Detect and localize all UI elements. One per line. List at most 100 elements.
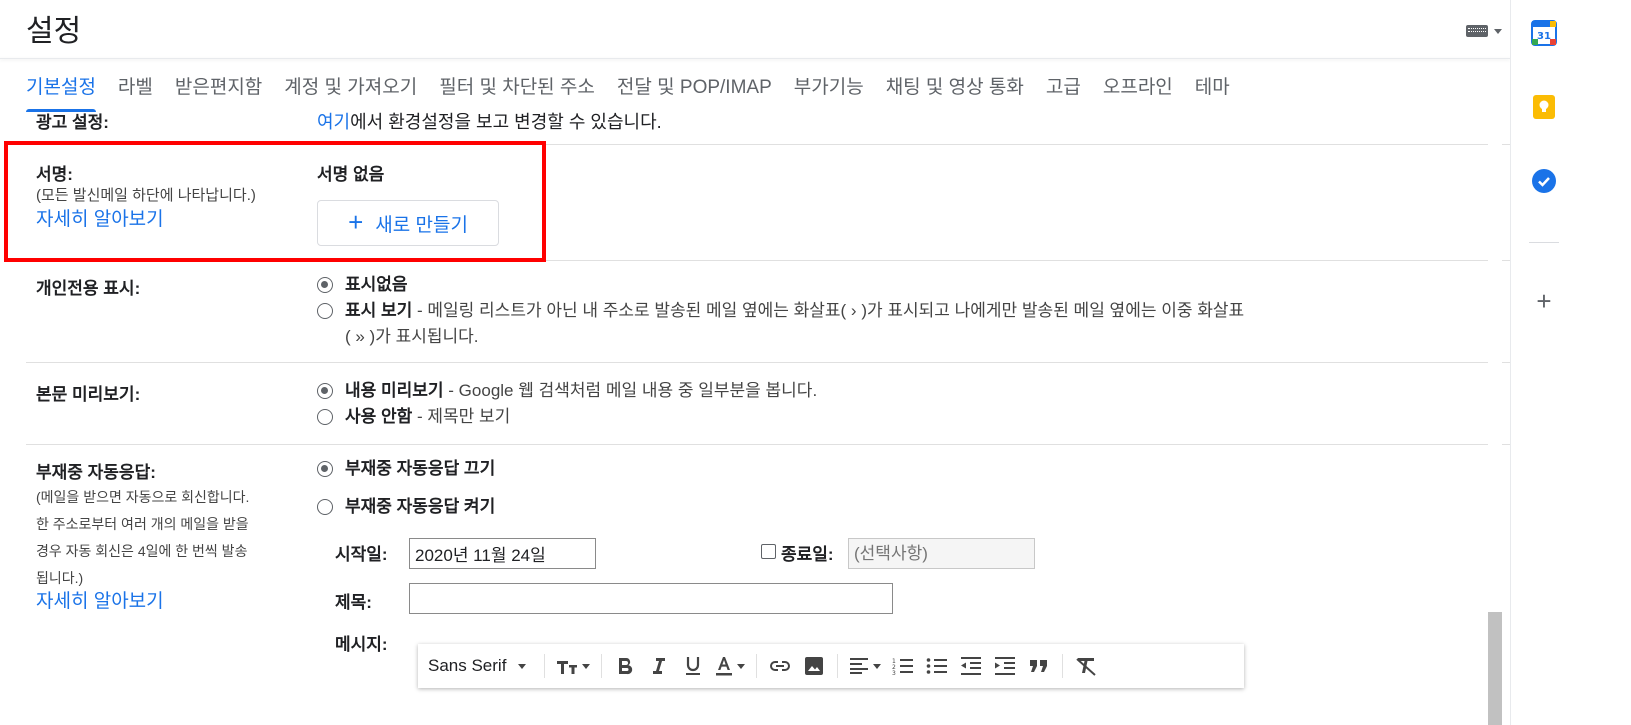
toolbar-divider bbox=[837, 654, 839, 678]
header-divider bbox=[0, 58, 1510, 59]
svg-text:31: 31 bbox=[1537, 31, 1551, 42]
tab-labels[interactable]: 라벨 bbox=[118, 62, 153, 112]
keyboard-icon bbox=[1466, 25, 1488, 37]
indent-less-icon bbox=[961, 657, 982, 675]
keep-icon bbox=[1533, 95, 1555, 119]
quote-icon bbox=[1030, 660, 1048, 672]
toolbar-divider bbox=[601, 654, 603, 678]
tasks-app-button[interactable] bbox=[1531, 168, 1557, 194]
image-icon bbox=[805, 657, 824, 675]
subject-input[interactable] bbox=[409, 583, 893, 614]
tab-general[interactable]: 기본설정 bbox=[26, 62, 96, 112]
bulleted-list-icon bbox=[927, 658, 948, 674]
get-addons-button[interactable]: + bbox=[1531, 288, 1557, 314]
radio-show-indicators[interactable] bbox=[317, 303, 333, 319]
text-color-icon bbox=[716, 657, 733, 676]
chevron-down-icon bbox=[582, 663, 591, 669]
settings-tabs: 기본설정 라벨 받은편지함 계정 및 가져오기 필터 및 차단된 주소 전달 및… bbox=[26, 62, 1252, 112]
underline-button[interactable] bbox=[676, 650, 710, 682]
tab-filters[interactable]: 필터 및 차단된 주소 bbox=[439, 62, 595, 112]
scrollbar-thumb[interactable] bbox=[1488, 612, 1502, 725]
tab-inbox[interactable]: 받은편지함 bbox=[175, 62, 262, 112]
settings-content: 광고 설정: 여기에서 환경설정을 보고 변경할 수 있습니다. 서명: (모든… bbox=[0, 112, 1510, 725]
end-date-label: 종료일: bbox=[781, 545, 834, 564]
remove-formatting-button[interactable] bbox=[1069, 650, 1103, 682]
italic-icon bbox=[653, 658, 666, 674]
radio-no-snippets[interactable] bbox=[317, 409, 333, 425]
ads-settings-label: 광고 설정: bbox=[36, 113, 109, 132]
row-divider bbox=[26, 144, 1510, 145]
link-icon bbox=[770, 661, 791, 671]
create-signature-label: 새로 만들기 bbox=[375, 214, 468, 236]
chevron-down-icon bbox=[737, 663, 746, 669]
radio-show-snippets[interactable] bbox=[317, 383, 333, 399]
tab-addons[interactable]: 부가기능 bbox=[794, 62, 864, 112]
indent-more-button[interactable] bbox=[988, 650, 1022, 682]
keep-app-button[interactable] bbox=[1531, 94, 1557, 120]
bulleted-list-button[interactable] bbox=[920, 650, 954, 682]
svg-text:3: 3 bbox=[892, 670, 896, 675]
signature-value: 서명 없음 bbox=[317, 165, 385, 184]
indent-less-button[interactable] bbox=[954, 650, 988, 682]
start-date-input[interactable] bbox=[409, 538, 596, 569]
numbered-list-button[interactable]: 123 bbox=[886, 650, 920, 682]
vacation-label: 부재중 자동응답: bbox=[36, 463, 156, 482]
end-date-input[interactable] bbox=[848, 538, 1035, 569]
start-date-label: 시작일: bbox=[335, 545, 388, 564]
vacation-option-on: 부재중 자동응답 켜기 bbox=[317, 494, 495, 520]
tab-advanced[interactable]: 고급 bbox=[1046, 62, 1081, 112]
learn-more-link[interactable]: 자세히 알아보기 bbox=[36, 209, 164, 230]
bold-button[interactable] bbox=[608, 650, 642, 682]
text-size-button[interactable] bbox=[551, 650, 595, 682]
input-tools-button[interactable] bbox=[1466, 20, 1512, 42]
side-panel-divider bbox=[1529, 242, 1559, 243]
tasks-icon bbox=[1532, 169, 1556, 193]
row-divider bbox=[26, 444, 1510, 445]
tab-accounts[interactable]: 계정 및 가져오기 bbox=[284, 62, 417, 112]
tab-forwarding[interactable]: 전달 및 POP/IMAP bbox=[617, 62, 772, 112]
calendar-app-button[interactable]: 31 bbox=[1531, 20, 1557, 46]
signature-description: (모든 발신메일 하단에 나타납니다.) bbox=[36, 187, 256, 204]
tab-offline[interactable]: 오프라인 bbox=[1103, 62, 1173, 112]
subject-label: 제목: bbox=[335, 593, 372, 612]
font-family-select[interactable]: Sans Serif bbox=[428, 656, 538, 676]
chevron-down-icon bbox=[1494, 28, 1502, 34]
tab-chat-meet[interactable]: 채팅 및 영상 통화 bbox=[886, 62, 1024, 112]
quote-button[interactable] bbox=[1022, 650, 1056, 682]
text-size-icon bbox=[557, 661, 578, 674]
row-divider bbox=[26, 260, 1510, 261]
create-signature-button[interactable]: + 새로 만들기 bbox=[317, 200, 499, 246]
chevron-down-icon bbox=[518, 663, 527, 669]
signature-learn-more: 자세히 알아보기 bbox=[36, 208, 164, 233]
chevron-down-icon bbox=[873, 663, 882, 669]
ads-settings-link[interactable]: 여기 bbox=[317, 112, 350, 132]
page-title: 설정 bbox=[26, 15, 82, 48]
ads-settings-text: 여기에서 환경설정을 보고 변경할 수 있습니다. bbox=[317, 112, 662, 132]
underline-icon bbox=[686, 657, 701, 675]
insert-link-button[interactable] bbox=[763, 650, 797, 682]
vacation-option-off: 부재중 자동응답 끄기 bbox=[317, 456, 495, 482]
row-divider bbox=[26, 362, 1510, 363]
radio-vacation-off[interactable] bbox=[317, 461, 333, 477]
learn-more-link[interactable]: 자세히 알아보기 bbox=[36, 591, 164, 612]
snippets-label: 본문 미리보기: bbox=[36, 385, 141, 404]
side-panel: 31 + bbox=[1510, 0, 1631, 725]
plus-icon: + bbox=[348, 206, 364, 237]
snippets-option-off: 사용 안함 - 제목만 보기 bbox=[317, 404, 510, 430]
settings-header: 설정 bbox=[0, 0, 1510, 60]
vacation-description: (메일을 받으면 자동으로 회신합니다. 한 주소로부터 여러 개의 메일을 받… bbox=[36, 489, 250, 586]
text-color-button[interactable] bbox=[710, 650, 750, 682]
insert-image-button[interactable] bbox=[797, 650, 831, 682]
end-date-checkbox[interactable] bbox=[761, 544, 776, 559]
italic-button[interactable] bbox=[642, 650, 676, 682]
tab-themes[interactable]: 테마 bbox=[1195, 62, 1230, 112]
indent-more-icon bbox=[995, 657, 1016, 675]
personal-indicators-option-show: 표시 보기 - 메일링 리스트가 아닌 내 주소로 발송된 메일 옆에는 화살표… bbox=[317, 298, 1457, 350]
remove-formatting-icon bbox=[1076, 658, 1097, 676]
toolbar-divider bbox=[544, 654, 546, 678]
align-button[interactable] bbox=[844, 650, 886, 682]
radio-vacation-on[interactable] bbox=[317, 499, 333, 515]
vacation-learn-more: 자세히 알아보기 bbox=[36, 590, 164, 615]
toolbar-divider bbox=[756, 654, 758, 678]
radio-no-indicators[interactable] bbox=[317, 277, 333, 293]
